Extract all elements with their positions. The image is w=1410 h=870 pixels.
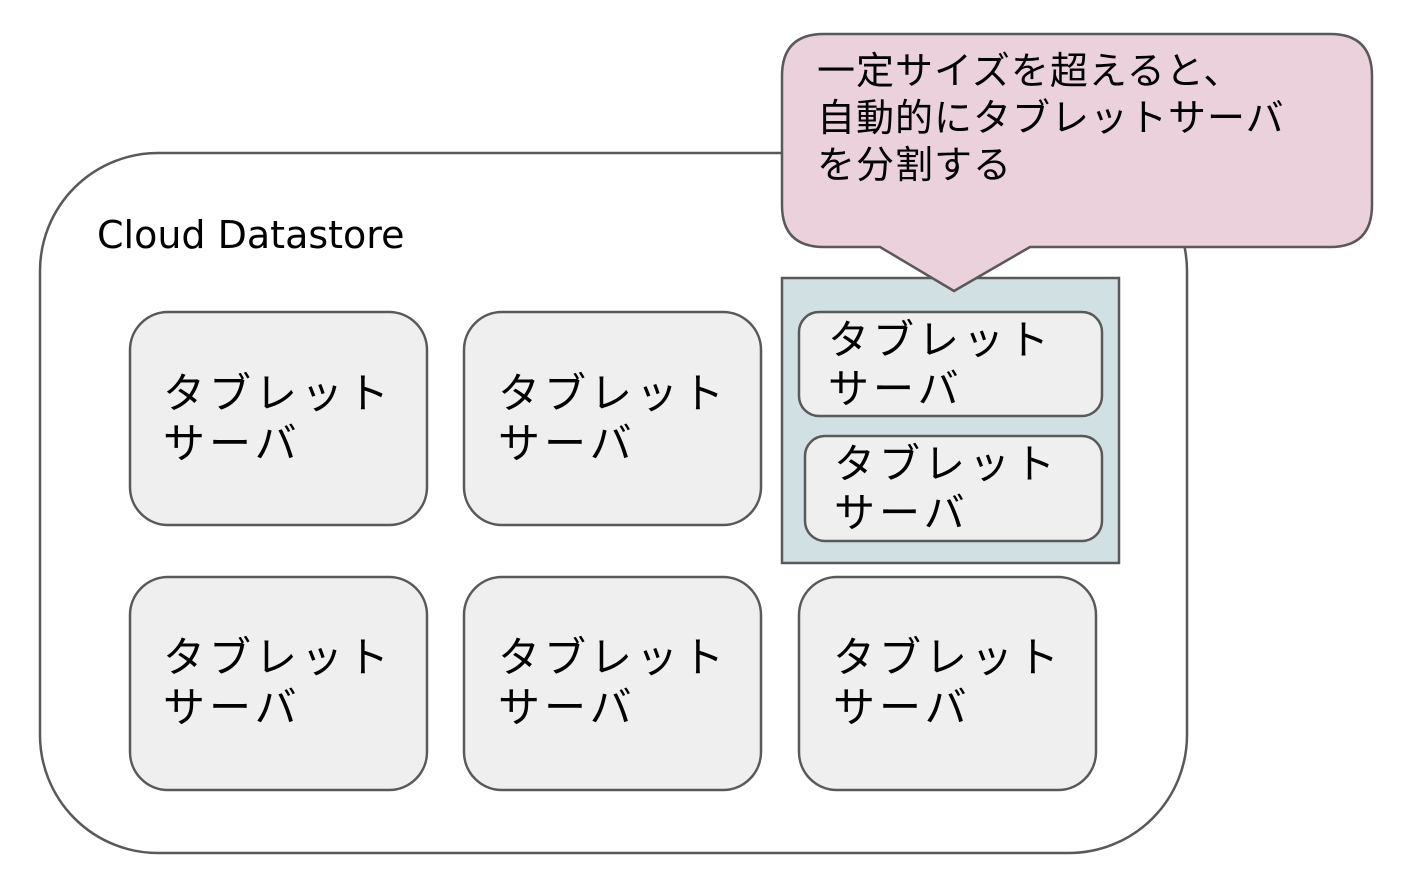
tablet-server-label-line1: タブレット [163, 369, 393, 418]
tablet-server-label-line2: サーバ [833, 683, 971, 732]
tablet-server-label-line2: サーバ [498, 683, 636, 732]
tablet-server-label-line2: サーバ [163, 419, 301, 468]
cloud-datastore-title: Cloud Datastore [97, 213, 404, 257]
tablet-server-label-line1: タブレット [498, 633, 728, 682]
split-server-label-line2: サーバ [834, 489, 969, 537]
tablet-server-label-line1: タブレット [163, 633, 393, 682]
datastore-diagram: Cloud Datastore タブレット サーバ タブレット サーバ タブレッ… [38, 32, 1374, 855]
tablet-server-label-line2: サーバ [163, 683, 301, 732]
split-server-label-line2: サーバ [828, 365, 963, 413]
tablet-server-label-line2: サーバ [498, 419, 636, 468]
tablet-server-label-line1: タブレット [833, 633, 1063, 682]
split-server-label-line1: タブレット [834, 440, 1059, 488]
callout-text-line1: 一定サイズを超えると、 [817, 49, 1242, 93]
tablet-server-label-line1: タブレット [498, 369, 728, 418]
callout-text-line2: 自動的にタブレットサーバ [817, 96, 1285, 140]
callout-text-line3: を分割する [817, 143, 1012, 187]
split-server-label-line1: タブレット [828, 316, 1053, 364]
